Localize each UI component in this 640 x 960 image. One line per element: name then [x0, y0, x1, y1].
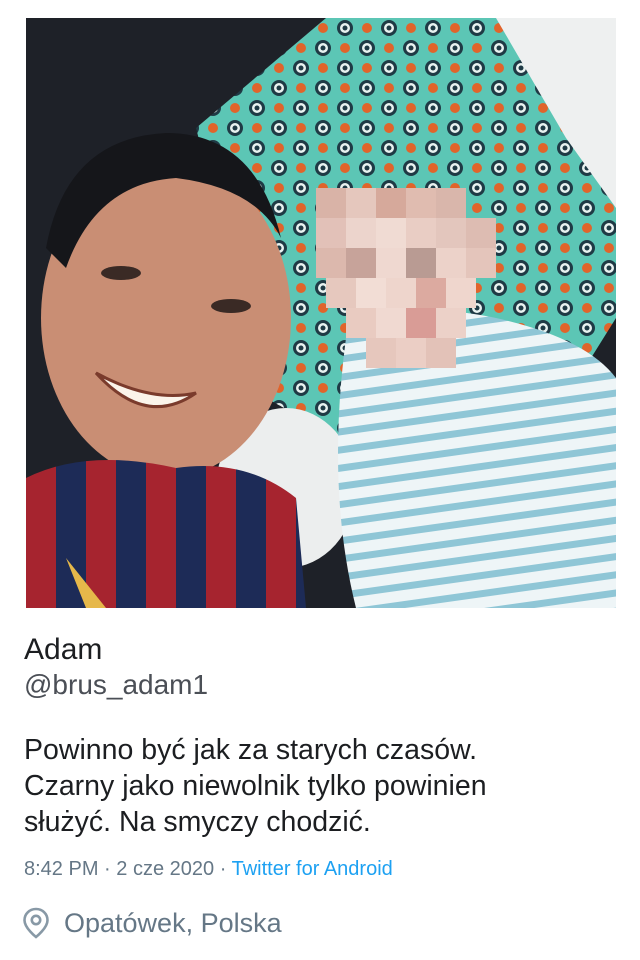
tweet-date[interactable]: 2 cze 2020: [116, 858, 214, 880]
location-label: Opatówek, Polska: [64, 908, 282, 938]
tweet-photo[interactable]: [26, 18, 616, 608]
tweet-text: Powinno być jak za starych czasów. Czarn…: [24, 732, 624, 840]
tweet-text-line: Czarny jako niewolnik tylko powinien: [24, 770, 487, 802]
photo-illustration: [26, 18, 616, 608]
meta-separator: ·: [104, 858, 111, 880]
tweet-text-line: służyć. Na smyczy chodzić.: [24, 806, 371, 838]
tweet-source-link[interactable]: Twitter for Android: [232, 858, 393, 880]
location-pin-icon: [23, 907, 49, 939]
display-name[interactable]: Adam: [24, 632, 102, 668]
tweet-text-line: Powinno być jak za starych czasów.: [24, 734, 478, 766]
tweet-time[interactable]: 8:42 PM: [24, 858, 98, 880]
tweet-card: Adam @brus_adam1 Powinno być jak za star…: [0, 0, 640, 960]
tweet-meta: 8:42 PM · 2 cze 2020 · Twitter for Andro…: [24, 856, 393, 882]
user-handle[interactable]: @brus_adam1: [24, 668, 208, 702]
meta-separator: ·: [219, 858, 227, 880]
tweet-location[interactable]: Opatówek, Polska: [22, 905, 282, 941]
